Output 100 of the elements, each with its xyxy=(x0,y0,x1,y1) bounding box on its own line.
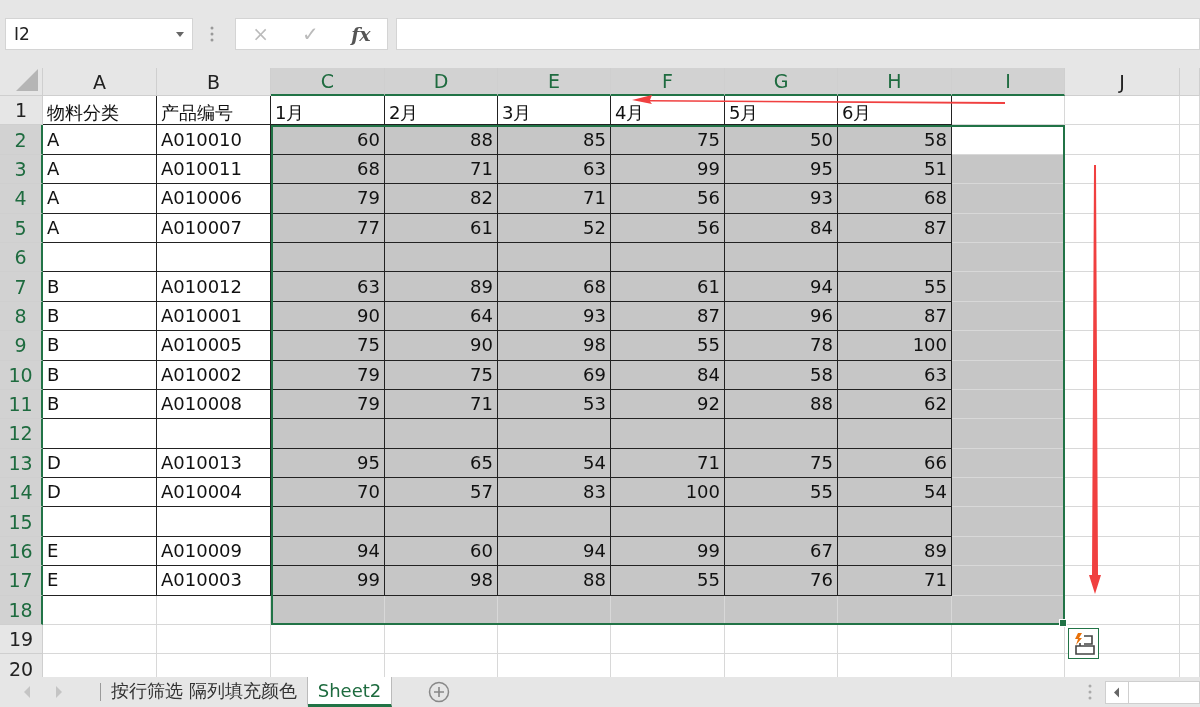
select-all-corner[interactable] xyxy=(0,68,43,96)
table-cell: A010003 xyxy=(157,566,271,596)
column-header[interactable]: F xyxy=(611,68,725,96)
row-header[interactable]: 17 xyxy=(0,566,43,596)
table-cell: 61 xyxy=(611,272,725,302)
table-cell: 物料分类 xyxy=(43,96,157,126)
table-cell: 67 xyxy=(725,536,838,567)
table-cell: 90 xyxy=(385,331,498,361)
row-header[interactable]: 6 xyxy=(0,242,43,273)
table-cell: 99 xyxy=(271,566,385,596)
column-header[interactable]: I xyxy=(952,68,1065,96)
table-cell: 82 xyxy=(385,184,498,214)
table-cell xyxy=(1180,213,1200,243)
table-cell: D xyxy=(43,448,157,479)
table-cell: 75 xyxy=(725,448,838,479)
row-header[interactable]: 11 xyxy=(0,389,43,420)
row-header[interactable]: 16 xyxy=(0,536,43,567)
table-cell: B xyxy=(43,360,157,390)
table-cell: 63 xyxy=(838,360,952,390)
row-header[interactable]: 19 xyxy=(0,625,43,655)
formula-field[interactable] xyxy=(396,18,1200,50)
row-header[interactable]: 14 xyxy=(0,478,43,508)
table-cell: 87 xyxy=(611,301,725,332)
name-box[interactable]: I2 xyxy=(5,18,193,50)
table-cell: 77 xyxy=(271,213,385,243)
row-header[interactable]: 4 xyxy=(0,184,43,214)
fill-handle[interactable] xyxy=(1059,619,1067,628)
row-header[interactable]: 1 xyxy=(0,96,43,126)
column-header[interactable]: E xyxy=(498,68,611,96)
previous-sheet-icon[interactable] xyxy=(22,686,32,698)
table-cell xyxy=(1180,96,1200,126)
table-cell: 68 xyxy=(271,154,385,185)
table-cell xyxy=(1180,154,1200,185)
table-cell: 6月 xyxy=(838,96,952,126)
caret-icon xyxy=(176,31,184,37)
sheet-tab[interactable]: Sheet2 xyxy=(307,677,393,707)
table-cell: 66 xyxy=(838,448,952,479)
table-cell: 68 xyxy=(498,272,611,302)
table-cell: 100 xyxy=(611,478,725,508)
row-header[interactable]: 5 xyxy=(0,213,43,243)
table-cell: 56 xyxy=(611,213,725,243)
row-header[interactable]: 7 xyxy=(0,272,43,302)
table-cell: 78 xyxy=(725,331,838,361)
table-cell: B xyxy=(43,301,157,332)
table-cell: 64 xyxy=(385,301,498,332)
sheet-tab[interactable]: 按行筛选 隔列填充颜色 xyxy=(101,677,308,707)
column-header[interactable]: A xyxy=(43,68,157,96)
table-cell: 79 xyxy=(271,360,385,390)
table-cell: 4月 xyxy=(611,96,725,126)
drag-handle-icon[interactable] xyxy=(1087,684,1093,700)
table-cell: 71 xyxy=(838,566,952,596)
table-cell: 89 xyxy=(838,536,952,567)
row-header[interactable]: 13 xyxy=(0,448,43,479)
row-header[interactable]: 3 xyxy=(0,154,43,185)
table-cell xyxy=(1180,536,1200,567)
column-header[interactable]: J xyxy=(1065,68,1180,96)
add-sheet-icon[interactable] xyxy=(428,681,451,703)
column-header[interactable]: H xyxy=(838,68,952,96)
table-cell: 75 xyxy=(271,331,385,361)
table-cell: E xyxy=(43,566,157,596)
column-header[interactable]: C xyxy=(271,68,385,96)
drag-handle-icon[interactable] xyxy=(209,26,215,42)
quick-analysis-button[interactable] xyxy=(1068,628,1099,659)
table-cell: B xyxy=(43,389,157,420)
table-cell: 95 xyxy=(271,448,385,479)
table-cell: 88 xyxy=(498,566,611,596)
column-header[interactable]: D xyxy=(385,68,498,96)
table-cell: A010001 xyxy=(157,301,271,332)
next-sheet-icon[interactable] xyxy=(54,686,64,698)
table-cell: 产品编号 xyxy=(157,96,271,126)
column-header[interactable] xyxy=(1180,68,1200,96)
row-header[interactable]: 20 xyxy=(0,654,43,677)
table-cell: 93 xyxy=(498,301,611,332)
insert-function-button[interactable]: fx xyxy=(351,23,371,45)
table-cell: 71 xyxy=(385,389,498,420)
row-header[interactable]: 15 xyxy=(0,507,43,537)
table-cell: 71 xyxy=(498,184,611,214)
table-cell: B xyxy=(43,272,157,302)
horizontal-scrollbar[interactable] xyxy=(1105,681,1200,704)
table-cell: 58 xyxy=(838,125,952,155)
row-header[interactable]: 10 xyxy=(0,360,43,390)
table-cell xyxy=(1180,331,1200,361)
table-cell xyxy=(1180,478,1200,508)
row-header[interactable]: 18 xyxy=(0,595,43,626)
table-cell: 79 xyxy=(271,389,385,420)
row-header[interactable]: 8 xyxy=(0,301,43,332)
row-header[interactable]: 9 xyxy=(0,331,43,361)
column-header[interactable]: B xyxy=(157,68,271,96)
table-cell: 3月 xyxy=(498,96,611,126)
table-cell: 55 xyxy=(838,272,952,302)
table-cell: 62 xyxy=(838,389,952,420)
row-header[interactable]: 2 xyxy=(0,125,43,155)
table-cell: 56 xyxy=(611,184,725,214)
row-header[interactable]: 12 xyxy=(0,419,43,449)
column-header[interactable]: G xyxy=(725,68,838,96)
table-cell: 71 xyxy=(385,154,498,185)
table-cell xyxy=(1180,566,1200,596)
table-cell: A010005 xyxy=(157,331,271,361)
table-cell: 61 xyxy=(385,213,498,243)
table-cell: A010002 xyxy=(157,360,271,390)
